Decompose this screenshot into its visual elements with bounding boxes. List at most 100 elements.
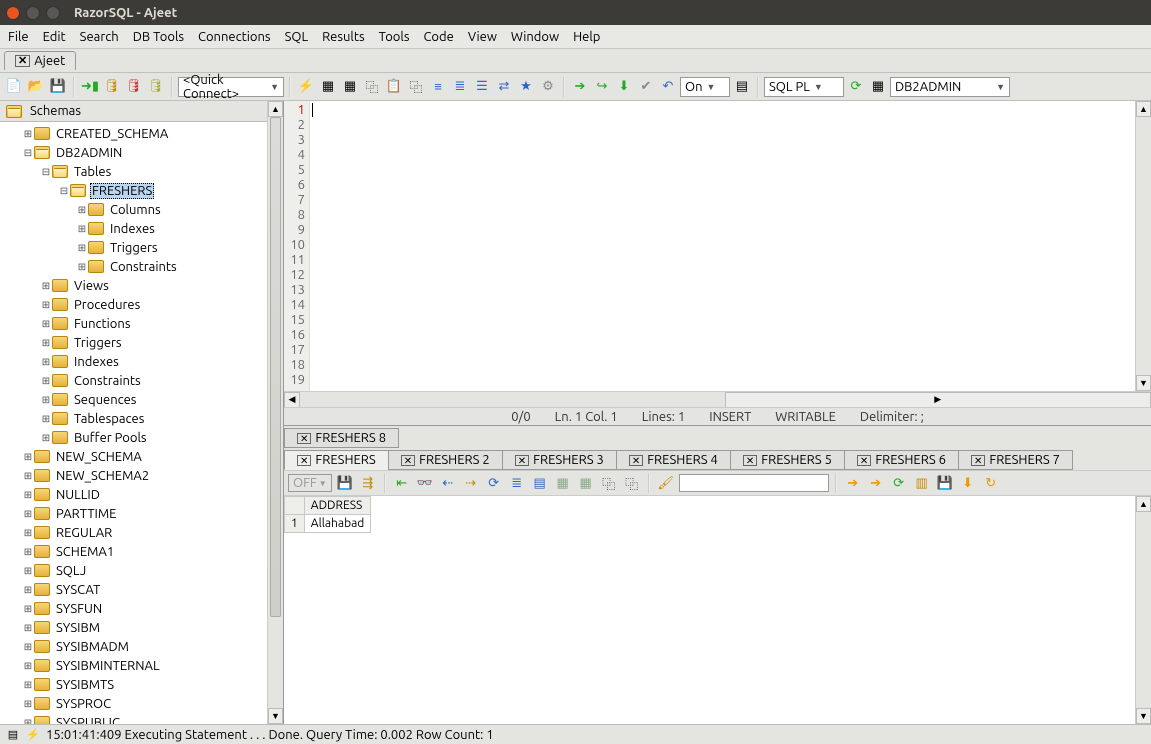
tree-twisty-icon[interactable]: ⊟ <box>22 147 34 159</box>
filter-icon[interactable]: ⇶ <box>358 473 378 493</box>
menu-tools[interactable]: Tools <box>379 30 410 44</box>
grid1-icon[interactable]: ▦ <box>553 473 573 493</box>
menu-dbtools[interactable]: DB Tools <box>133 30 184 44</box>
table-row[interactable]: 1Allahabad <box>285 515 371 533</box>
menu-search[interactable]: Search <box>80 30 119 44</box>
tree-node[interactable]: ⊞PARTTIME <box>0 504 283 523</box>
scroll-up-icon[interactable]: ▲ <box>1136 101 1151 117</box>
tree-node[interactable]: ⊞NEW_SCHEMA2 <box>0 466 283 485</box>
tree-node[interactable]: ⊞Buffer Pools <box>0 428 283 447</box>
align-left-icon[interactable]: ≡ <box>428 77 448 97</box>
window-close-button[interactable] <box>6 6 20 20</box>
close-icon[interactable]: ✕ <box>857 455 871 466</box>
list-icon[interactable]: ≣ <box>507 473 527 493</box>
refresh-icon[interactable]: ⟳ <box>846 77 866 97</box>
tree-node[interactable]: ⊞REGULAR <box>0 523 283 542</box>
tree-twisty-icon[interactable]: ⊞ <box>22 527 34 539</box>
sidebar-scrollbar[interactable]: ▲ ▼ <box>267 101 283 724</box>
tree-node[interactable]: ⊞Columns <box>0 200 283 219</box>
results-tab[interactable]: ✕FRESHERS 4 <box>616 450 731 470</box>
tree-twisty-icon[interactable]: ⊞ <box>22 717 34 725</box>
results-search-input[interactable] <box>679 474 829 492</box>
tree-twisty-icon[interactable]: ⊟ <box>58 185 70 197</box>
scroll-left-icon[interactable]: ◀ <box>284 392 300 408</box>
tree-twisty-icon[interactable]: ⊞ <box>40 318 52 330</box>
menu-results[interactable]: Results <box>322 30 364 44</box>
scroll-right-icon[interactable]: ▶ <box>725 392 1151 408</box>
tree-twisty-icon[interactable]: ⊞ <box>40 394 52 406</box>
tree-node[interactable]: ⊞NEW_SCHEMA <box>0 447 283 466</box>
tree-twisty-icon[interactable]: ⊞ <box>40 375 52 387</box>
dup-icon[interactable]: ⿻ <box>406 77 426 97</box>
tree-node[interactable]: ⊟FRESHERS <box>0 181 283 200</box>
tree-node[interactable]: ⊞SCHEMA1 <box>0 542 283 561</box>
results-tab[interactable]: ✕FRESHERS 8 <box>284 428 399 448</box>
editor-hscrollbar[interactable]: ◀ ▶ <box>284 391 1151 407</box>
tree-twisty-icon[interactable]: ⊞ <box>22 679 34 691</box>
tree-twisty-icon[interactable]: ⊞ <box>22 641 34 653</box>
align-center-icon[interactable]: ≣ <box>450 77 470 97</box>
arrow-cycle-icon[interactable]: ↪ <box>592 77 612 97</box>
cycle-icon[interactable]: ↻ <box>981 473 1001 493</box>
undo-icon[interactable]: ↶ <box>658 77 678 97</box>
window-maximize-button[interactable] <box>46 6 60 20</box>
language-combo[interactable]: SQL PL ▼ <box>764 77 844 97</box>
menu-sql[interactable]: SQL <box>285 30 309 44</box>
menu-file[interactable]: File <box>8 30 29 44</box>
close-icon[interactable]: ✕ <box>297 433 311 444</box>
results-off-toggle[interactable]: OFF ▼ <box>288 474 332 492</box>
tree-twisty-icon[interactable]: ⊞ <box>22 584 34 596</box>
tree-twisty-icon[interactable]: ⊞ <box>22 622 34 634</box>
go-right-icon[interactable]: ➔ <box>843 473 863 493</box>
tree-node[interactable]: ⊞SYSPROC <box>0 694 283 713</box>
tree-twisty-icon[interactable]: ⊞ <box>40 432 52 444</box>
close-icon[interactable]: ✕ <box>515 455 529 466</box>
tree-node[interactable]: ⊞SYSIBMTS <box>0 675 283 694</box>
refresh2-icon[interactable]: ⟳ <box>889 473 909 493</box>
edit-table-icon[interactable]: ▦ <box>340 77 360 97</box>
tree-twisty-icon[interactable]: ⊞ <box>40 299 52 311</box>
tree-node[interactable]: ⊞Triggers <box>0 333 283 352</box>
results-tab[interactable]: ✕FRESHERS <box>284 450 389 470</box>
open-file-icon[interactable]: 📂 <box>26 77 46 97</box>
connect-icon[interactable]: ➜▮ <box>80 77 100 97</box>
tree-node[interactable]: ⊞Sequences <box>0 390 283 409</box>
align-menu-icon[interactable]: ☰ <box>472 77 492 97</box>
tree-twisty-icon[interactable]: ⊞ <box>22 565 34 577</box>
results-tab[interactable]: ✕FRESHERS 5 <box>730 450 845 470</box>
close-icon[interactable]: ✕ <box>629 455 643 466</box>
scroll-thumb[interactable] <box>270 117 281 617</box>
copy2-icon[interactable]: ⿻ <box>622 473 642 493</box>
tree-twisty-icon[interactable]: ⊞ <box>22 128 34 140</box>
tree-twisty-icon[interactable]: ⊞ <box>40 280 52 292</box>
gear-icon[interactable]: ⚙ <box>538 77 558 97</box>
document-tab[interactable]: ✕ Ajeet <box>4 51 76 70</box>
save-results-icon[interactable]: 💾 <box>335 473 355 493</box>
scroll-up-icon[interactable]: ▲ <box>268 101 283 117</box>
results-tab[interactable]: ✕FRESHERS 2 <box>388 450 503 470</box>
menu-connections[interactable]: Connections <box>198 30 271 44</box>
cell[interactable]: Allahabad <box>304 515 371 533</box>
scroll-up-icon[interactable]: ▲ <box>1136 496 1151 512</box>
grid2-icon[interactable]: ▦ <box>576 473 596 493</box>
arrow-down-icon[interactable]: ⬇ <box>614 77 634 97</box>
tree-node[interactable]: ⊟Tables <box>0 162 283 181</box>
tree-twisty-icon[interactable]: ⊟ <box>40 166 52 178</box>
window-minimize-button[interactable] <box>26 6 40 20</box>
tree-twisty-icon[interactable]: ⊞ <box>40 356 52 368</box>
results-tab[interactable]: ✕FRESHERS 7 <box>958 450 1073 470</box>
close-icon[interactable]: ✕ <box>15 55 30 67</box>
paste-icon[interactable]: 📋 <box>384 77 404 97</box>
tree-node[interactable]: ⊞Indexes <box>0 219 283 238</box>
tree-node[interactable]: ⊞Functions <box>0 314 283 333</box>
tree-node[interactable]: ⊞Tablespaces <box>0 409 283 428</box>
save-icon[interactable]: 💾 <box>48 77 68 97</box>
menu-code[interactable]: Code <box>423 30 453 44</box>
tree-node[interactable]: ⊞Constraints <box>0 371 283 390</box>
nav-first-icon[interactable]: ⇤ <box>392 473 412 493</box>
nav-prev-icon[interactable]: ⇠ <box>438 473 458 493</box>
favorite-icon[interactable]: ★ <box>516 77 536 97</box>
close-icon[interactable]: ✕ <box>743 455 757 466</box>
doc1-icon[interactable]: ▥ <box>912 473 932 493</box>
results-vscrollbar[interactable]: ▲ ▼ <box>1135 496 1151 724</box>
